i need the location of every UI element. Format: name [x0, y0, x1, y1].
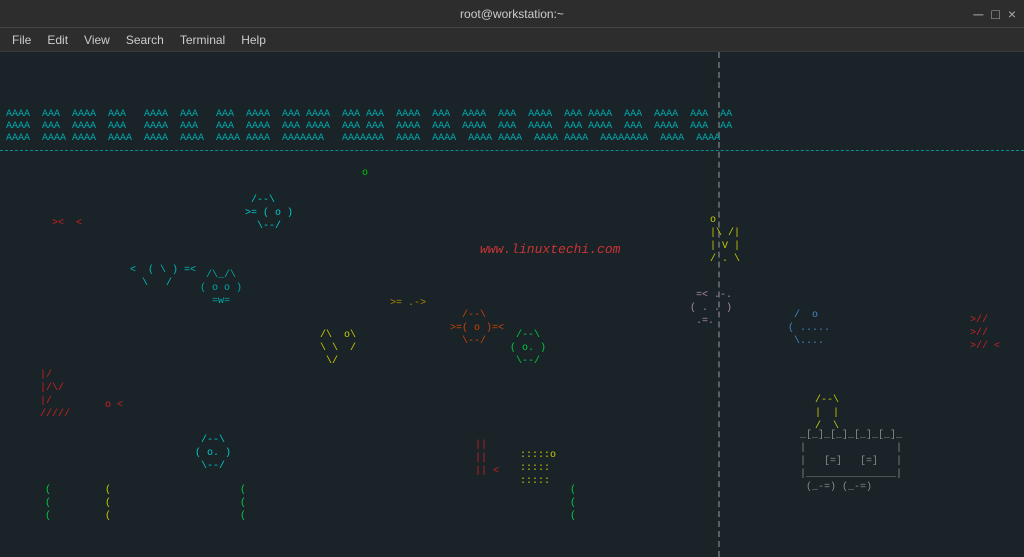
- seaweed-green-3: ( ( (: [240, 484, 246, 523]
- fish-red-left: >< <: [52, 217, 82, 230]
- jellyfish-cyan: /\_/\ ( o o ) =w=: [200, 269, 242, 308]
- dots-fish-center: :::::o ::::: :::::: [520, 449, 556, 488]
- hexfish-center: /--\ >=( o )=< \--/: [450, 309, 504, 348]
- crab-cyan: < ( \ ) =< \ /: [130, 264, 196, 290]
- seaweed-red-left: |/ |/\/ |/ /////: [40, 369, 70, 421]
- watermark: www.linuxtechi.com: [480, 242, 620, 257]
- fish-blue-right: / o ( ..... \....: [788, 309, 830, 348]
- close-button[interactable]: ×: [1008, 7, 1016, 21]
- hexfish-yellow: /\ o\ \ \ / \/: [320, 329, 356, 368]
- seaweed-green-2: ( ( (: [105, 484, 111, 523]
- fish-small: >= .->: [390, 297, 426, 310]
- fish-dots-right: =< .-. ( . . ) .=.: [690, 289, 732, 328]
- bubble-1: o: [362, 167, 368, 180]
- seaweed-green-left: ( ( (: [45, 484, 51, 523]
- jellyfish-yellow-right: o |\ /| | V | / . \: [710, 214, 740, 266]
- menu-item-edit[interactable]: Edit: [39, 31, 76, 49]
- horizontal-divider: [0, 150, 1024, 151]
- window-title: root@workstation:~: [460, 7, 564, 21]
- wave-row-2: AAAA AAAA AAAA AAAA AAAA AAAA AAAA AAAA …: [0, 133, 1024, 144]
- wave-row-0: AAAA AAA AAAA AAA AAAA AAA AAA AAAA AAA …: [0, 109, 1024, 120]
- fish-red-right: >// >// >// <: [970, 314, 1000, 353]
- menu-item-view[interactable]: View: [76, 31, 118, 49]
- seaweed-yellow-right: /--\ | | / \: [815, 394, 839, 433]
- fish-dots-center: || || || <: [475, 439, 499, 478]
- fish-red-small: o <: [105, 399, 123, 412]
- hexfish-cyan-1: /--\ >= ( o ) \--/: [245, 194, 293, 233]
- menu-item-search[interactable]: Search: [118, 31, 172, 49]
- structure-right: _[_]_[_]_[_]_[_]_ | | | [=] [=] | |_____…: [800, 429, 902, 494]
- hexfish-cyan-2: /--\ ( o. ) \--/: [195, 434, 231, 473]
- maximize-button[interactable]: □: [991, 7, 999, 21]
- menu-item-help[interactable]: Help: [233, 31, 274, 49]
- menu-item-terminal[interactable]: Terminal: [172, 31, 233, 49]
- hexfish-green: /--\ ( o. ) \--/: [510, 329, 546, 368]
- titlebar: root@workstation:~ ─ □ ×: [0, 0, 1024, 28]
- menubar: FileEditViewSearchTerminalHelp: [0, 28, 1024, 52]
- wave-row-1: AAAA AAA AAAA AAA AAAA AAA AAA AAAA AAA …: [0, 121, 1024, 132]
- terminal-area: AAAA AAA AAAA AAA AAAA AAA AAA AAAA AAA …: [0, 52, 1024, 557]
- seaweed-right: ( ( (: [570, 484, 576, 523]
- window-controls: ─ □ ×: [973, 7, 1016, 21]
- minimize-button[interactable]: ─: [973, 7, 983, 21]
- menu-item-file[interactable]: File: [4, 31, 39, 49]
